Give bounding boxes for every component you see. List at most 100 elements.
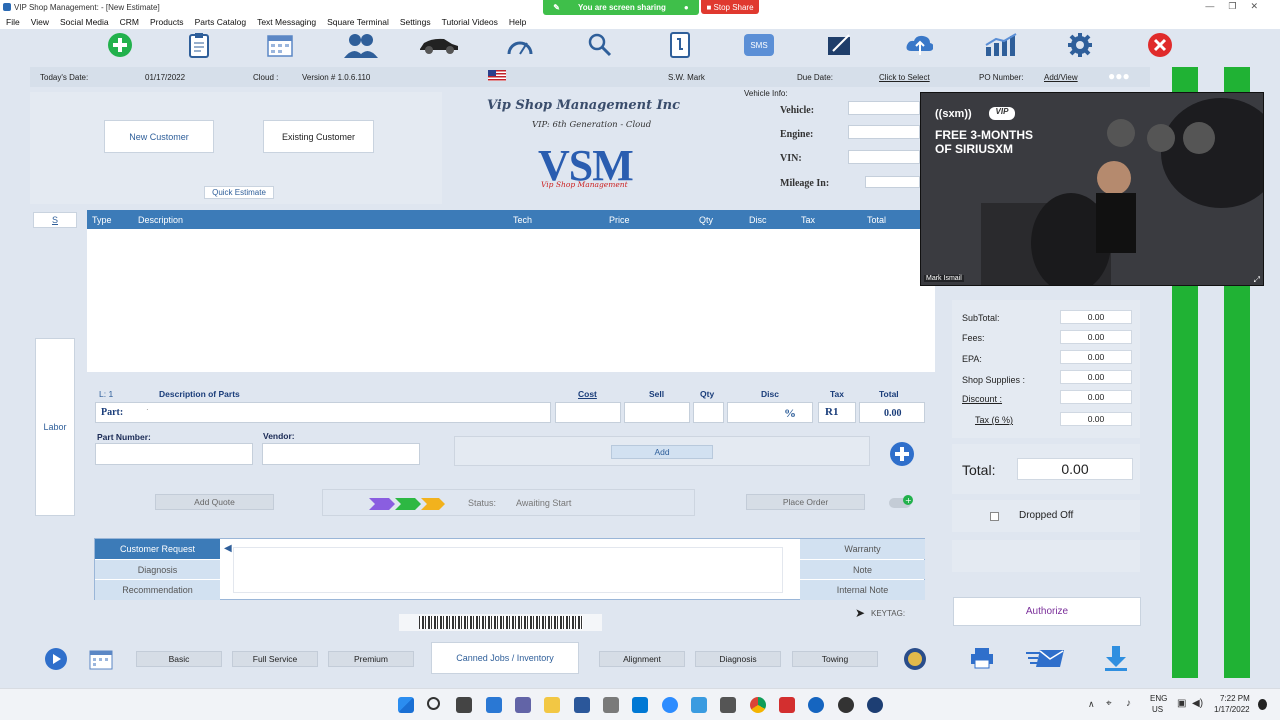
col-qty[interactable]: Qty: [699, 215, 713, 225]
cloud-upload-icon[interactable]: [905, 31, 933, 59]
notification-icon[interactable]: [1258, 699, 1267, 710]
due-date-select[interactable]: Click to Select: [879, 73, 930, 82]
tray-chevron-icon[interactable]: ∧: [1088, 699, 1095, 710]
gear-icon[interactable]: [1066, 31, 1094, 59]
widgets-icon[interactable]: [486, 697, 502, 713]
email-icon[interactable]: [1026, 647, 1066, 669]
download-icon[interactable]: [1104, 645, 1128, 671]
stop-share-button[interactable]: ■ Stop Share: [701, 0, 759, 14]
towing-tab[interactable]: Towing: [792, 651, 878, 667]
network-icon[interactable]: ▣: [1177, 698, 1186, 709]
close-window-icon[interactable]: ✕: [1250, 1, 1272, 11]
calendar-icon[interactable]: [266, 31, 294, 59]
windows-start-icon[interactable]: [398, 697, 414, 713]
chrome-icon[interactable]: [750, 697, 766, 713]
diagnosis-tab[interactable]: Diagnosis: [95, 560, 220, 579]
part-description-field[interactable]: Part: ·: [95, 402, 551, 423]
clock-time[interactable]: 7:22 PM: [1220, 694, 1250, 703]
menu-text-messaging[interactable]: Text Messaging: [251, 15, 321, 29]
minimize-icon[interactable]: —: [1205, 1, 1228, 11]
basic-tab[interactable]: Basic: [136, 651, 222, 667]
add-line-icon[interactable]: [889, 441, 915, 467]
toggle-switch[interactable]: +: [888, 494, 916, 510]
chart-icon[interactable]: [984, 31, 1018, 59]
diagnosis-bottom-tab[interactable]: Diagnosis: [695, 651, 781, 667]
recommendation-tab[interactable]: Recommendation: [95, 580, 220, 600]
line-items-table[interactable]: [87, 229, 935, 372]
add-quote-button[interactable]: Add Quote: [155, 494, 274, 510]
photos-icon[interactable]: [691, 697, 707, 713]
col-total[interactable]: Total: [867, 215, 886, 225]
menu-help[interactable]: Help: [503, 15, 531, 29]
customer-request-tab[interactable]: Customer Request: [95, 539, 220, 559]
profile-badge-icon[interactable]: [903, 647, 927, 671]
window-controls[interactable]: —❐✕: [1205, 1, 1272, 12]
remote-desktop-icon[interactable]: [632, 697, 648, 713]
labor-tab[interactable]: Labor: [35, 338, 75, 516]
new-customer-button[interactable]: New Customer: [104, 120, 214, 153]
search-taskbar-icon[interactable]: [427, 697, 440, 710]
vin-field[interactable]: [848, 150, 920, 164]
warranty-tab[interactable]: Warranty: [800, 539, 925, 559]
collapse-arrow-icon[interactable]: ◀: [224, 543, 232, 554]
task-view-icon[interactable]: [456, 697, 472, 713]
col-type[interactable]: Type: [92, 215, 112, 225]
menu-settings[interactable]: Settings: [394, 15, 436, 29]
file-explorer-icon[interactable]: [544, 697, 560, 713]
premium-tab[interactable]: Premium: [328, 651, 414, 667]
sell-field[interactable]: [624, 402, 690, 423]
menu-crm[interactable]: CRM: [114, 15, 144, 29]
part-number-field[interactable]: [95, 443, 253, 465]
speedometer-icon[interactable]: [506, 31, 534, 59]
col-tech[interactable]: Tech: [513, 215, 532, 225]
play-icon[interactable]: [44, 647, 68, 671]
col-price[interactable]: Price: [609, 215, 630, 225]
menu-view[interactable]: View: [25, 15, 54, 29]
menu-social-media[interactable]: Social Media: [54, 15, 114, 29]
engine-field[interactable]: [848, 125, 920, 139]
col-disc[interactable]: Disc: [749, 215, 767, 225]
menu-tutorial-videos[interactable]: Tutorial Videos: [436, 15, 503, 29]
menu-products[interactable]: Products: [144, 15, 189, 29]
quick-estimate-button[interactable]: Quick Estimate: [204, 186, 274, 199]
vehicle-field[interactable]: [848, 101, 920, 115]
tax-label[interactable]: Tax (6 %): [975, 415, 1013, 425]
app-icon[interactable]: [838, 697, 854, 713]
add-part-button[interactable]: Add: [611, 445, 713, 459]
alignment-tab[interactable]: Alignment: [599, 651, 685, 667]
col-tax[interactable]: Tax: [801, 215, 815, 225]
maximize-icon[interactable]: ❐: [1228, 1, 1250, 11]
browser-icon[interactable]: [808, 697, 824, 713]
mileage-field[interactable]: [865, 176, 920, 188]
teams-icon[interactable]: [515, 697, 531, 713]
discount-label[interactable]: Discount :: [962, 394, 1002, 404]
calculator-icon[interactable]: [720, 697, 736, 713]
existing-customer-button[interactable]: Existing Customer: [263, 120, 374, 153]
s-tab[interactable]: S: [33, 212, 77, 228]
notepad-icon[interactable]: [603, 697, 619, 713]
location-icon[interactable]: ⌖: [1106, 698, 1112, 709]
col-description[interactable]: Description: [138, 215, 183, 225]
full-service-tab[interactable]: Full Service: [232, 651, 318, 667]
word-icon[interactable]: [574, 697, 590, 713]
dropped-off-checkbox[interactable]: [990, 512, 999, 521]
customers-icon[interactable]: [344, 31, 378, 59]
zoom-icon[interactable]: [662, 697, 678, 713]
part-dropdown-icon[interactable]: ·: [146, 405, 149, 414]
note-tab[interactable]: Note: [800, 560, 925, 579]
vendor-select[interactable]: [262, 443, 420, 465]
more-icon[interactable]: ●●●: [1108, 69, 1130, 83]
sms-icon[interactable]: SMS: [743, 31, 775, 59]
volume-icon[interactable]: ◀): [1192, 698, 1203, 709]
search-icon[interactable]: [586, 31, 614, 59]
car-icon[interactable]: [418, 31, 460, 59]
close-icon[interactable]: [1146, 31, 1174, 59]
mic-icon[interactable]: ♪: [1126, 698, 1131, 709]
menu-parts-catalog[interactable]: Parts Catalog: [189, 15, 252, 29]
authorize-button[interactable]: Authorize: [953, 597, 1141, 626]
clock-date[interactable]: 1/17/2022: [1214, 705, 1250, 714]
vip-app-icon[interactable]: [867, 697, 883, 713]
canned-jobs-tab[interactable]: Canned Jobs / Inventory: [431, 642, 579, 674]
video-overlay[interactable]: ((sxm)) VIP FREE 3-MONTHS OF SIRIUSXM Ma…: [920, 92, 1264, 286]
tax-select[interactable]: R1: [818, 402, 856, 423]
